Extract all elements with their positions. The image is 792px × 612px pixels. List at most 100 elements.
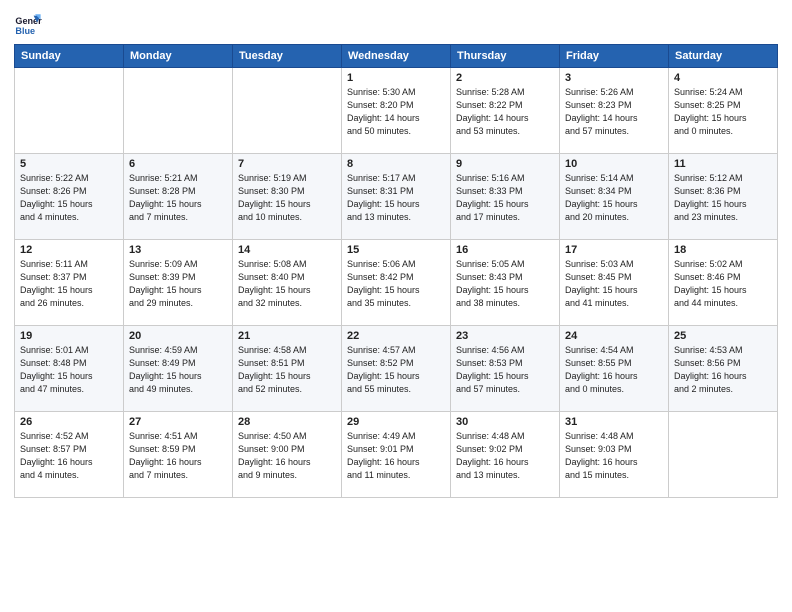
calendar-cell: 5 Sunrise: 5:22 AM Sunset: 8:26 PM Daylig… xyxy=(15,154,124,240)
weekday-header-friday: Friday xyxy=(560,45,669,68)
day-number: 4 xyxy=(674,72,772,84)
calendar-cell: 6 Sunrise: 5:21 AM Sunset: 8:28 PM Daylig… xyxy=(124,154,233,240)
day-info: Sunrise: 5:11 AM Sunset: 8:37 PM Dayligh… xyxy=(20,258,118,310)
day-info: Sunrise: 5:19 AM Sunset: 8:30 PM Dayligh… xyxy=(238,172,336,224)
calendar-cell: 25 Sunrise: 4:53 AM Sunset: 8:56 PM Dayli… xyxy=(669,326,778,412)
day-number: 17 xyxy=(565,244,663,256)
day-number: 2 xyxy=(456,72,554,84)
day-info: Sunrise: 4:48 AM Sunset: 9:02 PM Dayligh… xyxy=(456,430,554,482)
day-number: 19 xyxy=(20,330,118,342)
week-row-4: 19 Sunrise: 5:01 AM Sunset: 8:48 PM Dayli… xyxy=(15,326,778,412)
calendar-cell: 20 Sunrise: 4:59 AM Sunset: 8:49 PM Dayli… xyxy=(124,326,233,412)
day-number: 29 xyxy=(347,416,445,428)
day-info: Sunrise: 5:28 AM Sunset: 8:22 PM Dayligh… xyxy=(456,86,554,138)
day-info: Sunrise: 4:54 AM Sunset: 8:55 PM Dayligh… xyxy=(565,344,663,396)
day-number: 20 xyxy=(129,330,227,342)
header: General Blue xyxy=(14,10,778,38)
day-info: Sunrise: 5:21 AM Sunset: 8:28 PM Dayligh… xyxy=(129,172,227,224)
day-number: 6 xyxy=(129,158,227,170)
day-info: Sunrise: 5:05 AM Sunset: 8:43 PM Dayligh… xyxy=(456,258,554,310)
day-number: 25 xyxy=(674,330,772,342)
day-info: Sunrise: 5:22 AM Sunset: 8:26 PM Dayligh… xyxy=(20,172,118,224)
calendar-header: SundayMondayTuesdayWednesdayThursdayFrid… xyxy=(15,45,778,68)
day-info: Sunrise: 5:16 AM Sunset: 8:33 PM Dayligh… xyxy=(456,172,554,224)
day-info: Sunrise: 5:01 AM Sunset: 8:48 PM Dayligh… xyxy=(20,344,118,396)
day-number: 23 xyxy=(456,330,554,342)
day-number: 5 xyxy=(20,158,118,170)
calendar-cell: 21Sunrise: 4:58 AM Sunset: 8:51 PM Dayli… xyxy=(233,326,342,412)
calendar-cell: 13 Sunrise: 5:09 AM Sunset: 8:39 PM Dayli… xyxy=(124,240,233,326)
calendar-cell: 24 Sunrise: 4:54 AM Sunset: 8:55 PM Dayli… xyxy=(560,326,669,412)
day-info: Sunrise: 5:26 AM Sunset: 8:23 PM Dayligh… xyxy=(565,86,663,138)
calendar-cell: 27Sunrise: 4:51 AM Sunset: 8:59 PM Dayli… xyxy=(124,412,233,498)
weekday-header-saturday: Saturday xyxy=(669,45,778,68)
day-number: 30 xyxy=(456,416,554,428)
calendar-cell: 22Sunrise: 4:57 AM Sunset: 8:52 PM Dayli… xyxy=(342,326,451,412)
day-info: Sunrise: 5:08 AM Sunset: 8:40 PM Dayligh… xyxy=(238,258,336,310)
calendar-cell: 12 Sunrise: 5:11 AM Sunset: 8:37 PM Dayli… xyxy=(15,240,124,326)
calendar-cell xyxy=(233,68,342,154)
day-number: 28 xyxy=(238,416,336,428)
calendar-cell: 18 Sunrise: 5:02 AM Sunset: 8:46 PM Dayli… xyxy=(669,240,778,326)
calendar-cell: 1 Sunrise: 5:30 AM Sunset: 8:20 PM Daylig… xyxy=(342,68,451,154)
day-number: 3 xyxy=(565,72,663,84)
logo-icon: General Blue xyxy=(14,10,42,38)
calendar-cell: 23 Sunrise: 4:56 AM Sunset: 8:53 PM Dayli… xyxy=(451,326,560,412)
calendar-table: SundayMondayTuesdayWednesdayThursdayFrid… xyxy=(14,44,778,498)
day-number: 10 xyxy=(565,158,663,170)
day-number: 8 xyxy=(347,158,445,170)
day-info: Sunrise: 5:17 AM Sunset: 8:31 PM Dayligh… xyxy=(347,172,445,224)
day-info: Sunrise: 5:12 AM Sunset: 8:36 PM Dayligh… xyxy=(674,172,772,224)
day-info: Sunrise: 4:56 AM Sunset: 8:53 PM Dayligh… xyxy=(456,344,554,396)
day-info: Sunrise: 5:14 AM Sunset: 8:34 PM Dayligh… xyxy=(565,172,663,224)
day-info: Sunrise: 5:24 AM Sunset: 8:25 PM Dayligh… xyxy=(674,86,772,138)
calendar-cell: 4 Sunrise: 5:24 AM Sunset: 8:25 PM Daylig… xyxy=(669,68,778,154)
calendar-cell: 16 Sunrise: 5:05 AM Sunset: 8:43 PM Dayli… xyxy=(451,240,560,326)
day-info: Sunrise: 5:30 AM Sunset: 8:20 PM Dayligh… xyxy=(347,86,445,138)
calendar-page: General Blue SundayMondayTuesdayWednesda… xyxy=(0,0,792,612)
calendar-cell: 28 Sunrise: 4:50 AM Sunset: 9:00 PM Dayli… xyxy=(233,412,342,498)
day-info: Sunrise: 5:09 AM Sunset: 8:39 PM Dayligh… xyxy=(129,258,227,310)
day-info: Sunrise: 4:57 AM Sunset: 8:52 PM Dayligh… xyxy=(347,344,445,396)
day-info: Sunrise: 4:53 AM Sunset: 8:56 PM Dayligh… xyxy=(674,344,772,396)
week-row-2: 5 Sunrise: 5:22 AM Sunset: 8:26 PM Daylig… xyxy=(15,154,778,240)
day-info: Sunrise: 4:58 AM Sunset: 8:51 PM Dayligh… xyxy=(238,344,336,396)
day-number: 15 xyxy=(347,244,445,256)
calendar-cell: 17 Sunrise: 5:03 AM Sunset: 8:45 PM Dayli… xyxy=(560,240,669,326)
calendar-cell: 3 Sunrise: 5:26 AM Sunset: 8:23 PM Daylig… xyxy=(560,68,669,154)
calendar-cell xyxy=(669,412,778,498)
calendar-cell: 29Sunrise: 4:49 AM Sunset: 9:01 PM Dayli… xyxy=(342,412,451,498)
calendar-cell: 8 Sunrise: 5:17 AM Sunset: 8:31 PM Daylig… xyxy=(342,154,451,240)
day-info: Sunrise: 5:03 AM Sunset: 8:45 PM Dayligh… xyxy=(565,258,663,310)
week-row-1: 1 Sunrise: 5:30 AM Sunset: 8:20 PM Daylig… xyxy=(15,68,778,154)
calendar-cell: 2 Sunrise: 5:28 AM Sunset: 8:22 PM Daylig… xyxy=(451,68,560,154)
weekday-header-wednesday: Wednesday xyxy=(342,45,451,68)
day-number: 16 xyxy=(456,244,554,256)
calendar-cell: 15Sunrise: 5:06 AM Sunset: 8:42 PM Dayli… xyxy=(342,240,451,326)
calendar-body: 1 Sunrise: 5:30 AM Sunset: 8:20 PM Daylig… xyxy=(15,68,778,498)
day-number: 27 xyxy=(129,416,227,428)
weekday-header-sunday: Sunday xyxy=(15,45,124,68)
day-number: 12 xyxy=(20,244,118,256)
calendar-cell: 14 Sunrise: 5:08 AM Sunset: 8:40 PM Dayli… xyxy=(233,240,342,326)
weekday-header-monday: Monday xyxy=(124,45,233,68)
day-number: 7 xyxy=(238,158,336,170)
day-number: 26 xyxy=(20,416,118,428)
day-number: 24 xyxy=(565,330,663,342)
day-info: Sunrise: 4:48 AM Sunset: 9:03 PM Dayligh… xyxy=(565,430,663,482)
day-number: 18 xyxy=(674,244,772,256)
day-info: Sunrise: 5:02 AM Sunset: 8:46 PM Dayligh… xyxy=(674,258,772,310)
day-info: Sunrise: 4:59 AM Sunset: 8:49 PM Dayligh… xyxy=(129,344,227,396)
calendar-cell xyxy=(124,68,233,154)
day-number: 14 xyxy=(238,244,336,256)
calendar-cell xyxy=(15,68,124,154)
calendar-cell: 9Sunrise: 5:16 AM Sunset: 8:33 PM Daylig… xyxy=(451,154,560,240)
day-info: Sunrise: 4:50 AM Sunset: 9:00 PM Dayligh… xyxy=(238,430,336,482)
calendar-cell: 7 Sunrise: 5:19 AM Sunset: 8:30 PM Daylig… xyxy=(233,154,342,240)
day-number: 13 xyxy=(129,244,227,256)
day-number: 31 xyxy=(565,416,663,428)
calendar-cell: 26 Sunrise: 4:52 AM Sunset: 8:57 PM Dayli… xyxy=(15,412,124,498)
day-info: Sunrise: 4:52 AM Sunset: 8:57 PM Dayligh… xyxy=(20,430,118,482)
day-number: 1 xyxy=(347,72,445,84)
calendar-cell: 11Sunrise: 5:12 AM Sunset: 8:36 PM Dayli… xyxy=(669,154,778,240)
